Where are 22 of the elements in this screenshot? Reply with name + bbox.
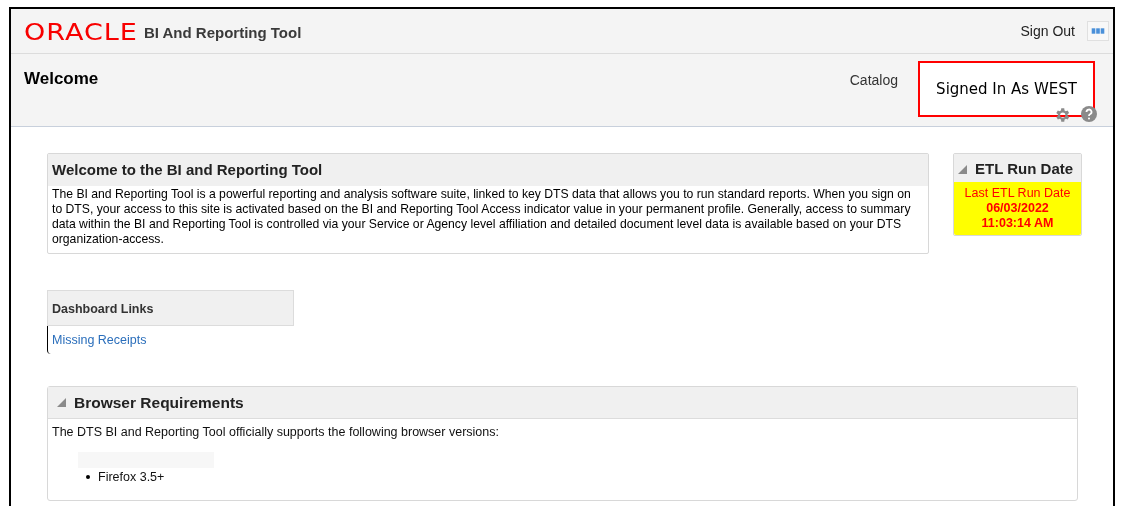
section-title: Browser Requirements [74, 392, 244, 413]
page-title: Welcome [24, 68, 99, 90]
dashboard-link[interactable]: Missing Receipts [52, 331, 147, 350]
browser-item: Firefox 3.5+ [98, 468, 165, 486]
etl-date-text: 11:03:14 AM [981, 216, 1054, 231]
section-title: ETL Run Date [975, 159, 1074, 179]
apps-icon[interactable] [1087, 21, 1109, 41]
section-title: Welcome to the BI and Reporting Tool [52, 161, 323, 178]
help-icon[interactable] [1081, 106, 1097, 122]
app-title: BI And Reporting Tool [143, 23, 302, 43]
sign-out-link[interactable]: Sign Out [1020, 20, 1075, 42]
bullet-icon [86, 474, 90, 479]
etl-date-text: Last ETL Run Date [964, 186, 1071, 201]
welcome-paragraph: The BI and Reporting Tool is a powerful reporting and analysis software suite, linked to key DTS data that allows you to run standard reports. When you sign on to DTS, your access to this site is activated based on the BI and Reporting Tool Access indicator value in your permanent profile. Generally, access to summary data within the BI and Reporting Tool is controlled via your Service or Agency level affiliation and detailed document level data is available based on your DTS organization-access. [51, 186, 912, 248]
requirements-text: The DTS BI and Reporting Tool officially supports the following browser versions: [52, 423, 500, 441]
etl-date-text: 06/03/2022 [986, 201, 1049, 216]
signed-in-label: Signed In As WEST [918, 61, 1095, 117]
logo: ORACLE [24, 19, 138, 43]
triangle-icon[interactable] [958, 165, 967, 174]
catalog-link[interactable]: Catalog [849, 70, 898, 91]
triangle-icon[interactable] [57, 397, 66, 407]
section-title: Dashboard Links [52, 302, 154, 316]
